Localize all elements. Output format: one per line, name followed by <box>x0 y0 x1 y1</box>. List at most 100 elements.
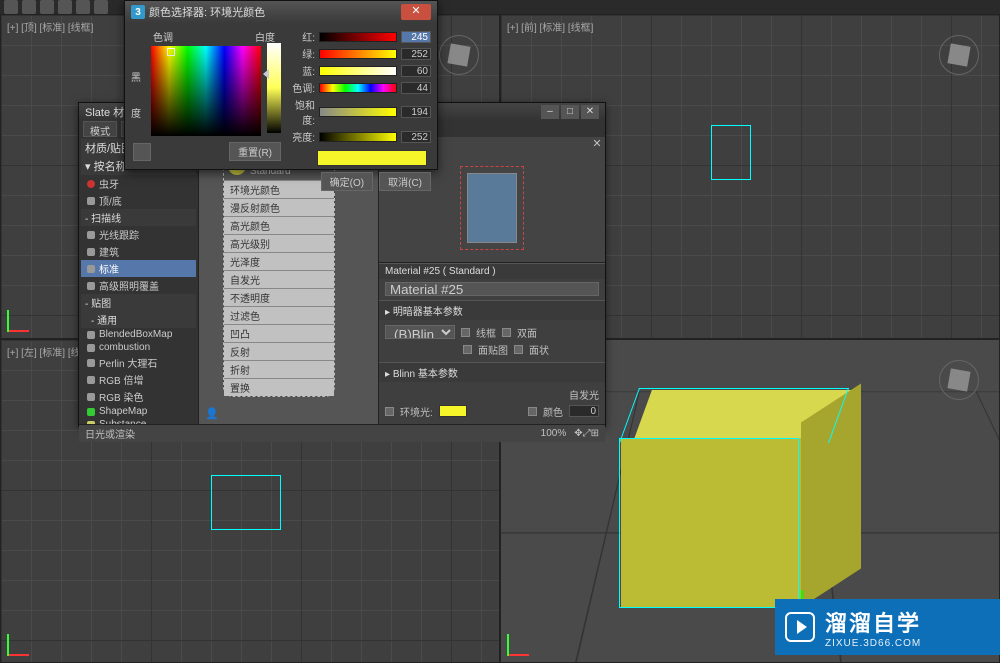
selfillum-spinner[interactable]: 0 <box>569 405 599 417</box>
viewcube-icon[interactable] <box>939 35 979 75</box>
hue-slider[interactable] <box>319 83 397 93</box>
blue-slider[interactable] <box>319 66 397 76</box>
checkbox-wire[interactable] <box>461 328 470 337</box>
node-slot[interactable]: 不透明度 <box>224 288 334 306</box>
tb-icon[interactable] <box>22 0 36 14</box>
material-name-field[interactable] <box>385 282 599 296</box>
tree-item[interactable]: 建筑 <box>81 243 196 260</box>
red-slider[interactable] <box>319 32 397 42</box>
close-button[interactable]: ✕ <box>401 4 431 20</box>
axis-gizmo-icon <box>7 626 37 656</box>
checkbox-facemap[interactable] <box>463 345 472 354</box>
checkbox-2sided[interactable] <box>502 328 511 337</box>
nav-tool-icon[interactable]: ⊞ <box>591 428 599 439</box>
viewcube-icon[interactable] <box>939 360 979 400</box>
tree-group-scanline[interactable]: - 扫描线 <box>81 209 196 226</box>
nav-tool-icon[interactable]: ⤢ <box>583 428 591 439</box>
color-field[interactable] <box>151 46 261 136</box>
navigator-icon[interactable]: 👤 <box>205 407 219 420</box>
maximize-button[interactable]: □ <box>561 105 579 119</box>
node-slot[interactable]: 光泽度 <box>224 252 334 270</box>
green-slider[interactable] <box>319 49 397 59</box>
node-slot[interactable]: 高光颜色 <box>224 216 334 234</box>
node-slot[interactable]: 置换 <box>224 378 334 396</box>
blue-spinner[interactable]: 60 <box>401 65 431 77</box>
node-slot[interactable]: 过滤色 <box>224 306 334 324</box>
shader-dropdown[interactable]: (B)Blinn <box>385 325 455 339</box>
zoom-level[interactable]: 100% <box>541 428 567 439</box>
color-crosshair-icon[interactable] <box>167 48 175 56</box>
viewport-label-front[interactable]: [+] [前] [标准] [线框] <box>507 19 593 34</box>
tb-icon[interactable] <box>58 0 72 14</box>
tab-close-icon[interactable]: ✕ <box>589 137 605 153</box>
close-button[interactable]: ✕ <box>581 105 599 119</box>
play-icon <box>785 612 815 642</box>
tree-item[interactable]: 高级照明覆盖 <box>81 277 196 294</box>
reset-button[interactable]: 重置(R) <box>229 142 281 161</box>
object-outline[interactable] <box>211 475 281 530</box>
tree-item-standard[interactable]: 标准 <box>81 260 196 277</box>
tree-item[interactable]: 顶/底 <box>81 192 196 209</box>
slate-title-text: Slate 材 <box>85 104 124 120</box>
tree-group-maps[interactable]: - 贴图 <box>81 294 196 311</box>
val-slider[interactable] <box>319 132 397 142</box>
nav-tool-icon[interactable]: ✥ <box>574 428 582 439</box>
rollout-blinn-basic[interactable]: ▸ Blinn 基本参数 <box>379 362 605 382</box>
whiteness-slider[interactable] <box>267 43 281 133</box>
eyedropper-button[interactable] <box>133 143 151 161</box>
tb-icon[interactable] <box>40 0 54 14</box>
node-slot[interactable]: 折射 <box>224 360 334 378</box>
tb-icon[interactable] <box>76 0 90 14</box>
menu-mode[interactable]: 模式 <box>83 121 117 137</box>
hue-spinner[interactable]: 44 <box>401 82 431 94</box>
tree-item[interactable]: Perlin 大理石 <box>81 354 196 371</box>
object-outline[interactable] <box>711 125 751 180</box>
node-slot[interactable]: 反射 <box>224 342 334 360</box>
tree-item[interactable]: 虫牙 <box>81 175 196 192</box>
status-text: 日光或渲染 <box>85 426 135 441</box>
red-spinner[interactable]: 245 <box>401 31 431 43</box>
node-slot[interactable]: 凹凸 <box>224 324 334 342</box>
minimize-button[interactable]: – <box>541 105 559 119</box>
sat-spinner[interactable]: 194 <box>401 106 431 118</box>
hue-label: 色调 <box>153 29 173 44</box>
tb-icon[interactable] <box>4 0 18 14</box>
color-picker-title: 颜色选择器: 环境光颜色 <box>149 4 265 20</box>
viewport-label-top[interactable]: [+] [顶] [标准] [线框] <box>7 19 93 34</box>
tb-icon[interactable] <box>94 0 108 14</box>
tree-item[interactable]: RGB 染色 <box>81 388 196 405</box>
lock-icon[interactable] <box>385 407 394 416</box>
watermark-url: ZIXUE.3D66.COM <box>825 638 921 649</box>
slider-arrow-icon[interactable] <box>263 69 269 79</box>
node-slot[interactable]: 自发光 <box>224 270 334 288</box>
tree-item[interactable]: RGB 倍增 <box>81 371 196 388</box>
node-slot[interactable]: 高光级别 <box>224 234 334 252</box>
axis-gizmo-icon <box>507 626 537 656</box>
node-slot[interactable]: 漫反射颜色 <box>224 198 334 216</box>
watermark-banner: 溜溜自学 ZIXUE.3D66.COM <box>775 599 1000 655</box>
tree-item[interactable]: combustion <box>81 341 196 354</box>
tree-item[interactable]: 光线跟踪 <box>81 226 196 243</box>
ambient-color-swatch[interactable] <box>439 405 467 417</box>
green-spinner[interactable]: 252 <box>401 48 431 60</box>
tree-item[interactable]: BlendedBoxMap <box>81 328 196 341</box>
slate-statusbar: 日光或渲染 100% ✥ ⤢ ⊞ <box>79 424 605 442</box>
watermark-title: 溜溜自学 <box>825 606 921 638</box>
val-spinner[interactable]: 252 <box>401 131 431 143</box>
tree-group-general[interactable]: - 通用 <box>81 311 196 328</box>
axis-gizmo-icon <box>7 302 37 332</box>
new-color-swatch[interactable] <box>317 150 427 166</box>
color-picker-titlebar[interactable]: 3 颜色选择器: 环境光颜色 ✕ <box>125 1 437 23</box>
sat-slider[interactable] <box>319 107 397 117</box>
tree-item[interactable]: ShapeMap <box>81 405 196 418</box>
whiteness-label: 白度 <box>255 29 275 44</box>
cancel-button[interactable]: 取消(C) <box>379 172 431 191</box>
checkbox-selfillum-color[interactable] <box>528 407 537 416</box>
checkbox-faceted[interactable] <box>514 345 523 354</box>
sample-preview <box>467 173 517 243</box>
tree-item[interactable]: Substance <box>81 418 196 424</box>
material-browser: 材质/贴图 ▾ 按名称 虫牙 顶/底 - 扫描线 光线跟踪 建筑 标准 高级照明… <box>79 137 199 424</box>
ok-button[interactable]: 确定(O) <box>321 172 373 191</box>
viewcube-icon[interactable] <box>439 35 479 75</box>
rollout-shader-basic[interactable]: ▸ 明暗器基本参数 <box>379 300 605 320</box>
